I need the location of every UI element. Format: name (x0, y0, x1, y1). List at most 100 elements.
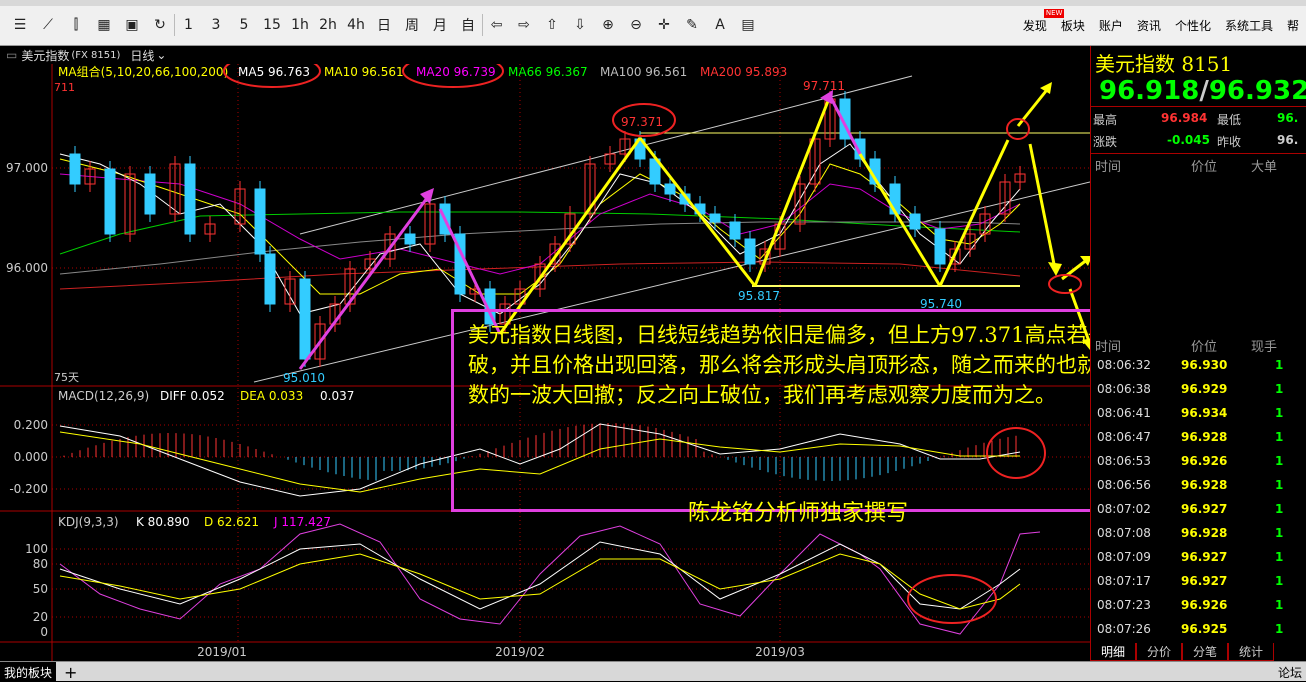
stat-value: 96.984 (1161, 111, 1208, 125)
period-month[interactable]: 月 (426, 14, 454, 36)
wave-arrow (938, 139, 1010, 287)
arrow-left-icon[interactable]: ⇦ (482, 14, 510, 36)
menu-help[interactable]: 帮 (1280, 17, 1306, 34)
arrow-right-icon[interactable]: ⇨ (510, 14, 538, 36)
collapse-icon[interactable]: ▭ (6, 48, 17, 62)
period-4h[interactable]: 4h (342, 14, 370, 36)
chevron-down-icon[interactable]: ⌄ (156, 48, 166, 62)
menu-discover-label: 发现 (1022, 18, 1047, 33)
menu-discover[interactable]: 发现 NEW (1016, 8, 1065, 34)
text-icon[interactable]: A (706, 14, 734, 36)
arrow-down-icon[interactable]: ⇩ (566, 14, 594, 36)
period-1[interactable]: 1 (174, 14, 202, 36)
toolbar-menu: 发现 NEW 板块 账户 资讯 个性化 系统工具 帮 (1016, 8, 1306, 36)
menu-news[interactable]: 资讯 (1130, 17, 1168, 34)
cursor-icon[interactable]: ✛ (650, 14, 678, 36)
tick-price: 96.927 (1181, 550, 1228, 564)
period-15[interactable]: 15 (258, 14, 286, 36)
menu-icon[interactable]: ☰ (6, 14, 34, 36)
stat-label: 涨跌 (1093, 135, 1118, 149)
layout-icon[interactable]: ▤ (734, 14, 762, 36)
candle (264, 253, 276, 305)
candle (144, 173, 156, 215)
candle-icon[interactable]: ⫿ (62, 14, 90, 36)
status-bar: 我的板块 + 论坛 (0, 661, 1306, 682)
forum-link[interactable]: 论坛 (1278, 662, 1302, 682)
toolbar-buttons: ☰ ⟋ ⫿ ▦ ▣ ↻ 1 3 5 15 1h 2h 4h 日 周 月 自 ⇦ … (6, 14, 762, 36)
period-1h[interactable]: 1h (286, 14, 314, 36)
tick-time: 08:07:02 (1097, 502, 1151, 516)
tick-time: 08:07:09 (1097, 550, 1151, 564)
tick-price: 96.930 (1181, 358, 1228, 372)
ma20-label: MA20 96.739 (416, 65, 496, 79)
wave-arrow (498, 137, 642, 335)
arrow-head (1048, 262, 1062, 276)
window-frame (0, 0, 1306, 6)
candle (69, 153, 81, 185)
macd-title[interactable]: MACD(12,26,9) (58, 389, 149, 403)
ma5-label: MA5 96.763 (238, 65, 310, 79)
commentary-text: 美元指数日线图，日线短线趋势依旧是偏多，但上方97.371高点若是不能突破，并且… (468, 323, 1182, 407)
ma-legend-group[interactable]: MA组合(5,10,20,66,100,200) (58, 64, 228, 79)
period-select[interactable]: 日线 (130, 47, 154, 64)
kdj-tick: 100 (25, 542, 48, 556)
price-tick: 97.000 (6, 161, 48, 175)
period-custom[interactable]: 自 (454, 14, 482, 36)
tick-time: 08:06:56 (1097, 478, 1151, 492)
date-tick: 2019/03 (755, 645, 805, 659)
kdj-title[interactable]: KDJ(9,3,3) (58, 515, 119, 529)
candle (184, 163, 196, 235)
tick-price: 96.925 (1181, 622, 1228, 636)
quote-code: 8151 (1181, 52, 1233, 76)
my-sector-tab[interactable]: 我的板块 (0, 662, 57, 682)
low-label: 95.817 (738, 289, 780, 303)
line-chart-icon[interactable]: ⟋ (34, 14, 62, 36)
add-tab-button[interactable]: + (64, 662, 77, 682)
tick-volume: 1 (1275, 550, 1284, 564)
refresh-icon[interactable]: ↻ (146, 14, 174, 36)
zoom-out-icon[interactable]: ⊖ (622, 14, 650, 36)
ma10-label: MA10 96.561 (324, 65, 404, 79)
tick-volume: 1 (1275, 598, 1284, 612)
menu-account[interactable]: 账户 (1092, 17, 1130, 34)
tick-time: 08:06:53 (1097, 454, 1151, 468)
tab-stats[interactable]: 统计 (1228, 643, 1275, 661)
tab-detail[interactable]: 明细 (1090, 643, 1137, 661)
menu-system-tools[interactable]: 系统工具 (1218, 17, 1280, 34)
macd-value: 0.037 (320, 389, 354, 403)
period-week[interactable]: 周 (398, 14, 426, 36)
zoom-in-icon[interactable]: ⊕ (594, 14, 622, 36)
tick-volume: 1 (1275, 382, 1284, 396)
tick-row: 08:06:38 96.929 1 (1091, 382, 1306, 406)
draw-icon[interactable]: ✎ (678, 14, 706, 36)
tick-header-volume: 现手 (1251, 340, 1278, 355)
table-icon[interactable]: ▦ (90, 14, 118, 36)
tab-price-dist[interactable]: 分价 (1136, 643, 1183, 661)
tab-trades[interactable]: 分笔 (1182, 643, 1229, 661)
period-5[interactable]: 5 (230, 14, 258, 36)
menu-personalize[interactable]: 个性化 (1168, 17, 1218, 34)
detail-header-price: 价位 (1191, 160, 1218, 175)
tick-time: 08:07:17 (1097, 574, 1151, 588)
visible-range-label: 75天 (54, 371, 79, 384)
save-icon[interactable]: ▣ (118, 14, 146, 36)
tick-price: 96.926 (1181, 598, 1228, 612)
candle (934, 228, 946, 265)
wave-arrow (753, 95, 832, 287)
wave-arrow (298, 193, 432, 370)
quote-panel: 美元指数 8151 96.918/96.932 最高 96.984 最低 96.… (1090, 46, 1306, 661)
candle (254, 188, 266, 255)
candle (909, 213, 921, 230)
tick-row: 08:06:47 96.928 1 (1091, 430, 1306, 454)
period-3[interactable]: 3 (202, 14, 230, 36)
stat-label: 昨收 (1217, 135, 1242, 149)
period-2h[interactable]: 2h (314, 14, 342, 36)
menu-sector[interactable]: 板块 (1054, 17, 1092, 34)
kdj-k-line (59, 541, 1021, 610)
arrow-up-icon[interactable]: ⇧ (538, 14, 566, 36)
kdj-d: D 62.621 (204, 515, 259, 529)
ma66-label: MA66 96.367 (508, 65, 588, 79)
ma200-label: MA200 95.893 (700, 65, 787, 79)
period-day[interactable]: 日 (370, 14, 398, 36)
candle (729, 221, 741, 240)
